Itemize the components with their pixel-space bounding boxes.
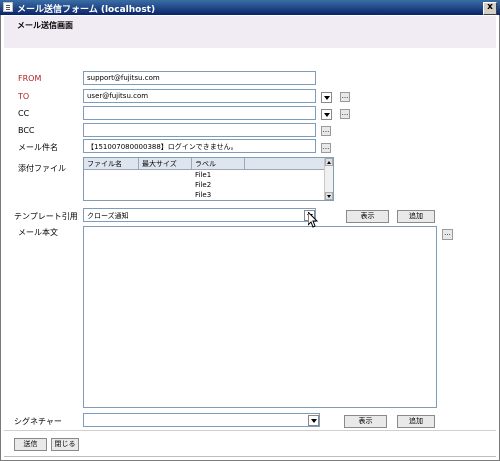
body-textarea[interactable] bbox=[83, 226, 437, 408]
from-field[interactable]: support@fujitsu.com bbox=[83, 71, 316, 85]
bcc-field[interactable] bbox=[83, 123, 316, 137]
attachment-label: File1 bbox=[195, 171, 212, 179]
to-label: TO bbox=[18, 92, 30, 101]
window-title: メール送信フォーム (localhost) bbox=[17, 5, 156, 15]
to-field[interactable]: user@fujitsu.com bbox=[83, 89, 316, 103]
bcc-label: BCC bbox=[18, 126, 35, 135]
attachments-table[interactable]: ファイル名 最大サイズ ラベル File1 File2 File3 bbox=[83, 157, 334, 201]
signature-show-button[interactable]: 表示 bbox=[344, 415, 387, 428]
close-button[interactable]: 閉じる bbox=[51, 438, 79, 451]
attachment-label: File3 bbox=[195, 191, 212, 199]
send-button[interactable]: 送信 bbox=[14, 438, 47, 451]
template-add-button[interactable]: 追加 bbox=[397, 210, 435, 223]
body-options-button[interactable]: ... bbox=[442, 229, 453, 240]
bottom-border bbox=[4, 456, 496, 457]
bcc-address-book-button[interactable]: ... bbox=[321, 126, 331, 136]
cc-label: CC bbox=[18, 109, 30, 118]
from-label: FROM bbox=[18, 74, 42, 83]
scroll-up-icon[interactable] bbox=[325, 158, 333, 166]
header-band bbox=[4, 16, 496, 48]
subject-label: メール件名 bbox=[18, 143, 58, 152]
cc-field[interactable] bbox=[83, 106, 316, 120]
attachments-label: 添付ファイル bbox=[18, 164, 66, 173]
close-icon[interactable]: x bbox=[483, 2, 497, 15]
title-bar: メール送信フォーム (localhost) x bbox=[0, 0, 500, 15]
cc-address-book-button[interactable]: ... bbox=[340, 109, 350, 119]
column-divider bbox=[191, 158, 192, 169]
window-icon bbox=[3, 2, 13, 12]
column-header-max-size: 最大サイズ bbox=[142, 160, 177, 168]
signature-add-button[interactable]: 追加 bbox=[397, 415, 435, 428]
attachments-header: ファイル名 最大サイズ ラベル bbox=[84, 158, 333, 170]
signature-dropdown-button[interactable] bbox=[308, 415, 319, 426]
signature-select[interactable] bbox=[83, 413, 320, 427]
cc-dropdown-button[interactable] bbox=[321, 109, 332, 120]
template-label: テンプレート引用 bbox=[14, 212, 78, 221]
to-dropdown-button[interactable] bbox=[321, 92, 332, 103]
column-divider bbox=[244, 158, 245, 169]
to-address-book-button[interactable]: ... bbox=[340, 92, 350, 102]
column-divider bbox=[138, 158, 139, 169]
subject-options-button[interactable]: ... bbox=[321, 143, 331, 153]
signature-label: シグネチャー bbox=[14, 417, 62, 426]
footer-divider bbox=[4, 430, 496, 431]
column-header-label: ラベル bbox=[195, 160, 216, 168]
template-show-button[interactable]: 表示 bbox=[346, 210, 389, 223]
attachments-scrollbar[interactable] bbox=[324, 158, 333, 200]
column-header-filename: ファイル名 bbox=[87, 160, 122, 168]
scroll-down-icon[interactable] bbox=[325, 192, 333, 200]
page-title: メール送信画面 bbox=[17, 21, 73, 30]
template-select[interactable]: クローズ通知 bbox=[83, 208, 316, 222]
subject-field[interactable]: 【151007080000388】ログインできません。 bbox=[83, 139, 316, 153]
attachment-label: File2 bbox=[195, 181, 212, 189]
body-label: メール本文 bbox=[18, 228, 58, 237]
